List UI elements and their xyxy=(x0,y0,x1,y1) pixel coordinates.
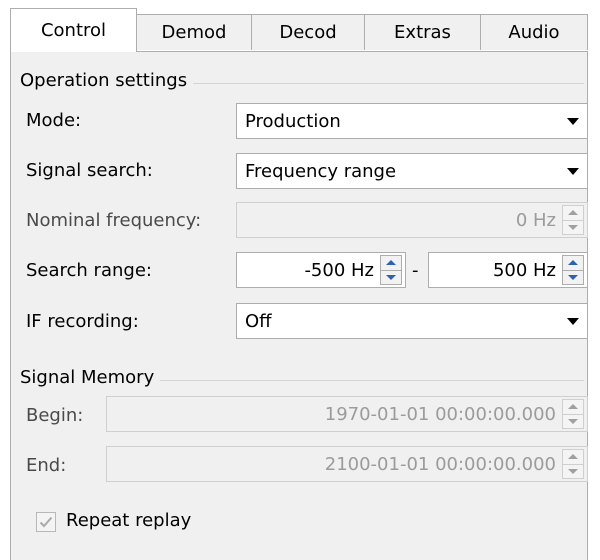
end-value: 2100-01-01 00:00:00.000 xyxy=(324,453,556,475)
tab-extras-label: Extras xyxy=(394,22,451,43)
repeat-replay-checkbox[interactable] xyxy=(36,512,56,532)
begin-value: 1970-01-01 00:00:00.000 xyxy=(324,403,556,425)
begin-label: Begin: xyxy=(26,405,84,426)
end-up-arrow-icon[interactable] xyxy=(562,449,584,465)
nominal-frequency-down-arrow-icon[interactable] xyxy=(562,219,584,235)
signal-search-select[interactable]: Frequency range xyxy=(236,153,588,189)
operation-settings-divider xyxy=(160,83,584,84)
nominal-frequency-label: Nominal frequency: xyxy=(26,210,202,231)
checkmark-icon xyxy=(39,516,53,528)
if-recording-value: Off xyxy=(245,310,272,332)
search-range-to-spinbox[interactable]: 500 Hz xyxy=(428,252,588,288)
mode-value: Production xyxy=(245,110,341,132)
nominal-frequency-spinbox[interactable]: 0 Hz xyxy=(236,202,588,238)
begin-datetime-field[interactable]: 1970-01-01 00:00:00.000 xyxy=(106,396,588,432)
if-recording-dropdown-arrow-icon[interactable] xyxy=(559,318,587,325)
end-label: End: xyxy=(26,455,67,476)
search-range-to-up-arrow-icon[interactable] xyxy=(562,255,584,271)
repeat-replay-label: Repeat replay xyxy=(66,510,192,531)
mode-dropdown-arrow-icon xyxy=(559,118,587,125)
end-datetime-field[interactable]: 2100-01-01 00:00:00.000 xyxy=(106,446,588,482)
tab-decod[interactable]: Decod xyxy=(251,14,365,50)
begin-up-arrow-icon[interactable] xyxy=(562,399,584,415)
search-range-separator: - xyxy=(412,260,419,281)
nominal-frequency-value: 0 Hz xyxy=(515,209,556,231)
tab-control[interactable]: Control xyxy=(10,8,137,52)
operation-settings-title: Operation settings xyxy=(20,70,194,91)
tab-audio-label: Audio xyxy=(508,22,560,43)
begin-down-arrow-icon[interactable] xyxy=(562,413,584,429)
search-range-from-up-arrow-icon[interactable] xyxy=(380,255,402,271)
signal-search-dropdown-arrow-icon xyxy=(559,168,587,175)
tab-decod-label: Decod xyxy=(279,22,337,43)
search-range-from-down-arrow-icon[interactable] xyxy=(380,269,402,285)
tab-audio[interactable]: Audio xyxy=(480,14,588,50)
tab-extras[interactable]: Extras xyxy=(364,14,481,50)
mode-label: Mode: xyxy=(26,110,82,131)
signal-memory-divider xyxy=(122,380,584,381)
tab-demod[interactable]: Demod xyxy=(136,14,252,50)
end-down-arrow-icon[interactable] xyxy=(562,463,584,479)
mode-select[interactable]: Production xyxy=(236,103,588,139)
search-range-from-value: -500 Hz xyxy=(304,259,374,281)
search-range-from-spinbox[interactable]: -500 Hz xyxy=(236,252,406,288)
search-range-to-value: 500 Hz xyxy=(492,259,556,281)
signal-memory-title: Signal Memory xyxy=(20,367,161,388)
search-range-label: Search range: xyxy=(26,260,152,281)
search-range-to-down-arrow-icon[interactable] xyxy=(562,269,584,285)
nominal-frequency-up-arrow-icon[interactable] xyxy=(562,205,584,221)
tab-demod-label: Demod xyxy=(161,22,227,43)
if-recording-label: IF recording: xyxy=(26,311,139,332)
signal-search-value: Frequency range xyxy=(245,160,397,182)
if-recording-select[interactable]: Off xyxy=(236,303,588,339)
tab-control-label: Control xyxy=(40,20,107,41)
signal-search-label: Signal search: xyxy=(26,160,153,181)
